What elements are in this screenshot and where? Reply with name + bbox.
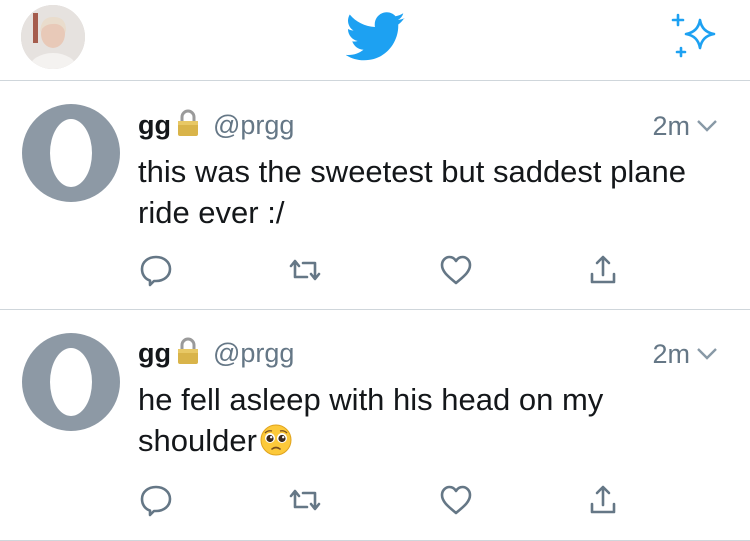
reply-button[interactable] [136,250,176,290]
tweet-header: gg @prgg [138,337,294,371]
tweet-header: gg @prgg [138,109,294,143]
lock-icon [177,109,199,143]
twitter-bird-icon[interactable] [345,12,406,67]
tweet-text: he fell asleep with his head on my shoul… [138,379,728,467]
retweet-icon [289,259,321,281]
reply-icon [140,485,172,517]
egg-shape [50,119,92,187]
heart-icon [440,485,472,515]
heart-icon [440,255,472,285]
pleading-face-emoji [259,423,293,467]
share-icon [590,485,616,514]
share-icon [590,255,616,284]
username-handle[interactable]: @prgg [213,110,294,140]
default-avatar[interactable] [22,333,120,431]
tweet[interactable]: gg @prgg 2m this was the sweetest but sad… [0,81,750,310]
reply-icon [140,255,172,287]
retweet-button[interactable] [285,480,325,520]
egg-shape [50,348,92,416]
display-name[interactable]: gg [138,338,171,368]
share-button[interactable] [583,250,623,290]
tweet-text: this was the sweetest but saddest plane … [138,151,728,233]
reply-button[interactable] [136,480,176,520]
tweet-body: he fell asleep with his head on my shoul… [138,382,604,458]
sparkle-icon[interactable] [670,12,722,65]
chevron-down-icon[interactable] [696,337,718,367]
tweet-body: this was the sweetest but saddest plane … [138,154,686,230]
profile-avatar[interactable] [21,5,85,69]
timestamp: 2m [652,109,718,141]
display-name[interactable]: gg [138,110,171,140]
chevron-down-icon[interactable] [696,109,718,139]
share-button[interactable] [583,480,623,520]
tweet-time: 2m [652,339,690,369]
tweet-time: 2m [652,111,690,141]
timestamp: 2m [652,337,718,369]
default-avatar[interactable] [22,104,120,202]
lock-icon [177,337,199,371]
like-button[interactable] [436,250,476,290]
username-handle[interactable]: @prgg [213,338,294,368]
retweet-icon [289,489,321,511]
like-button[interactable] [436,480,476,520]
tweet[interactable]: gg @prgg 2m he fell asleep with his head … [0,310,750,541]
retweet-button[interactable] [285,250,325,290]
top-bar [0,0,750,81]
